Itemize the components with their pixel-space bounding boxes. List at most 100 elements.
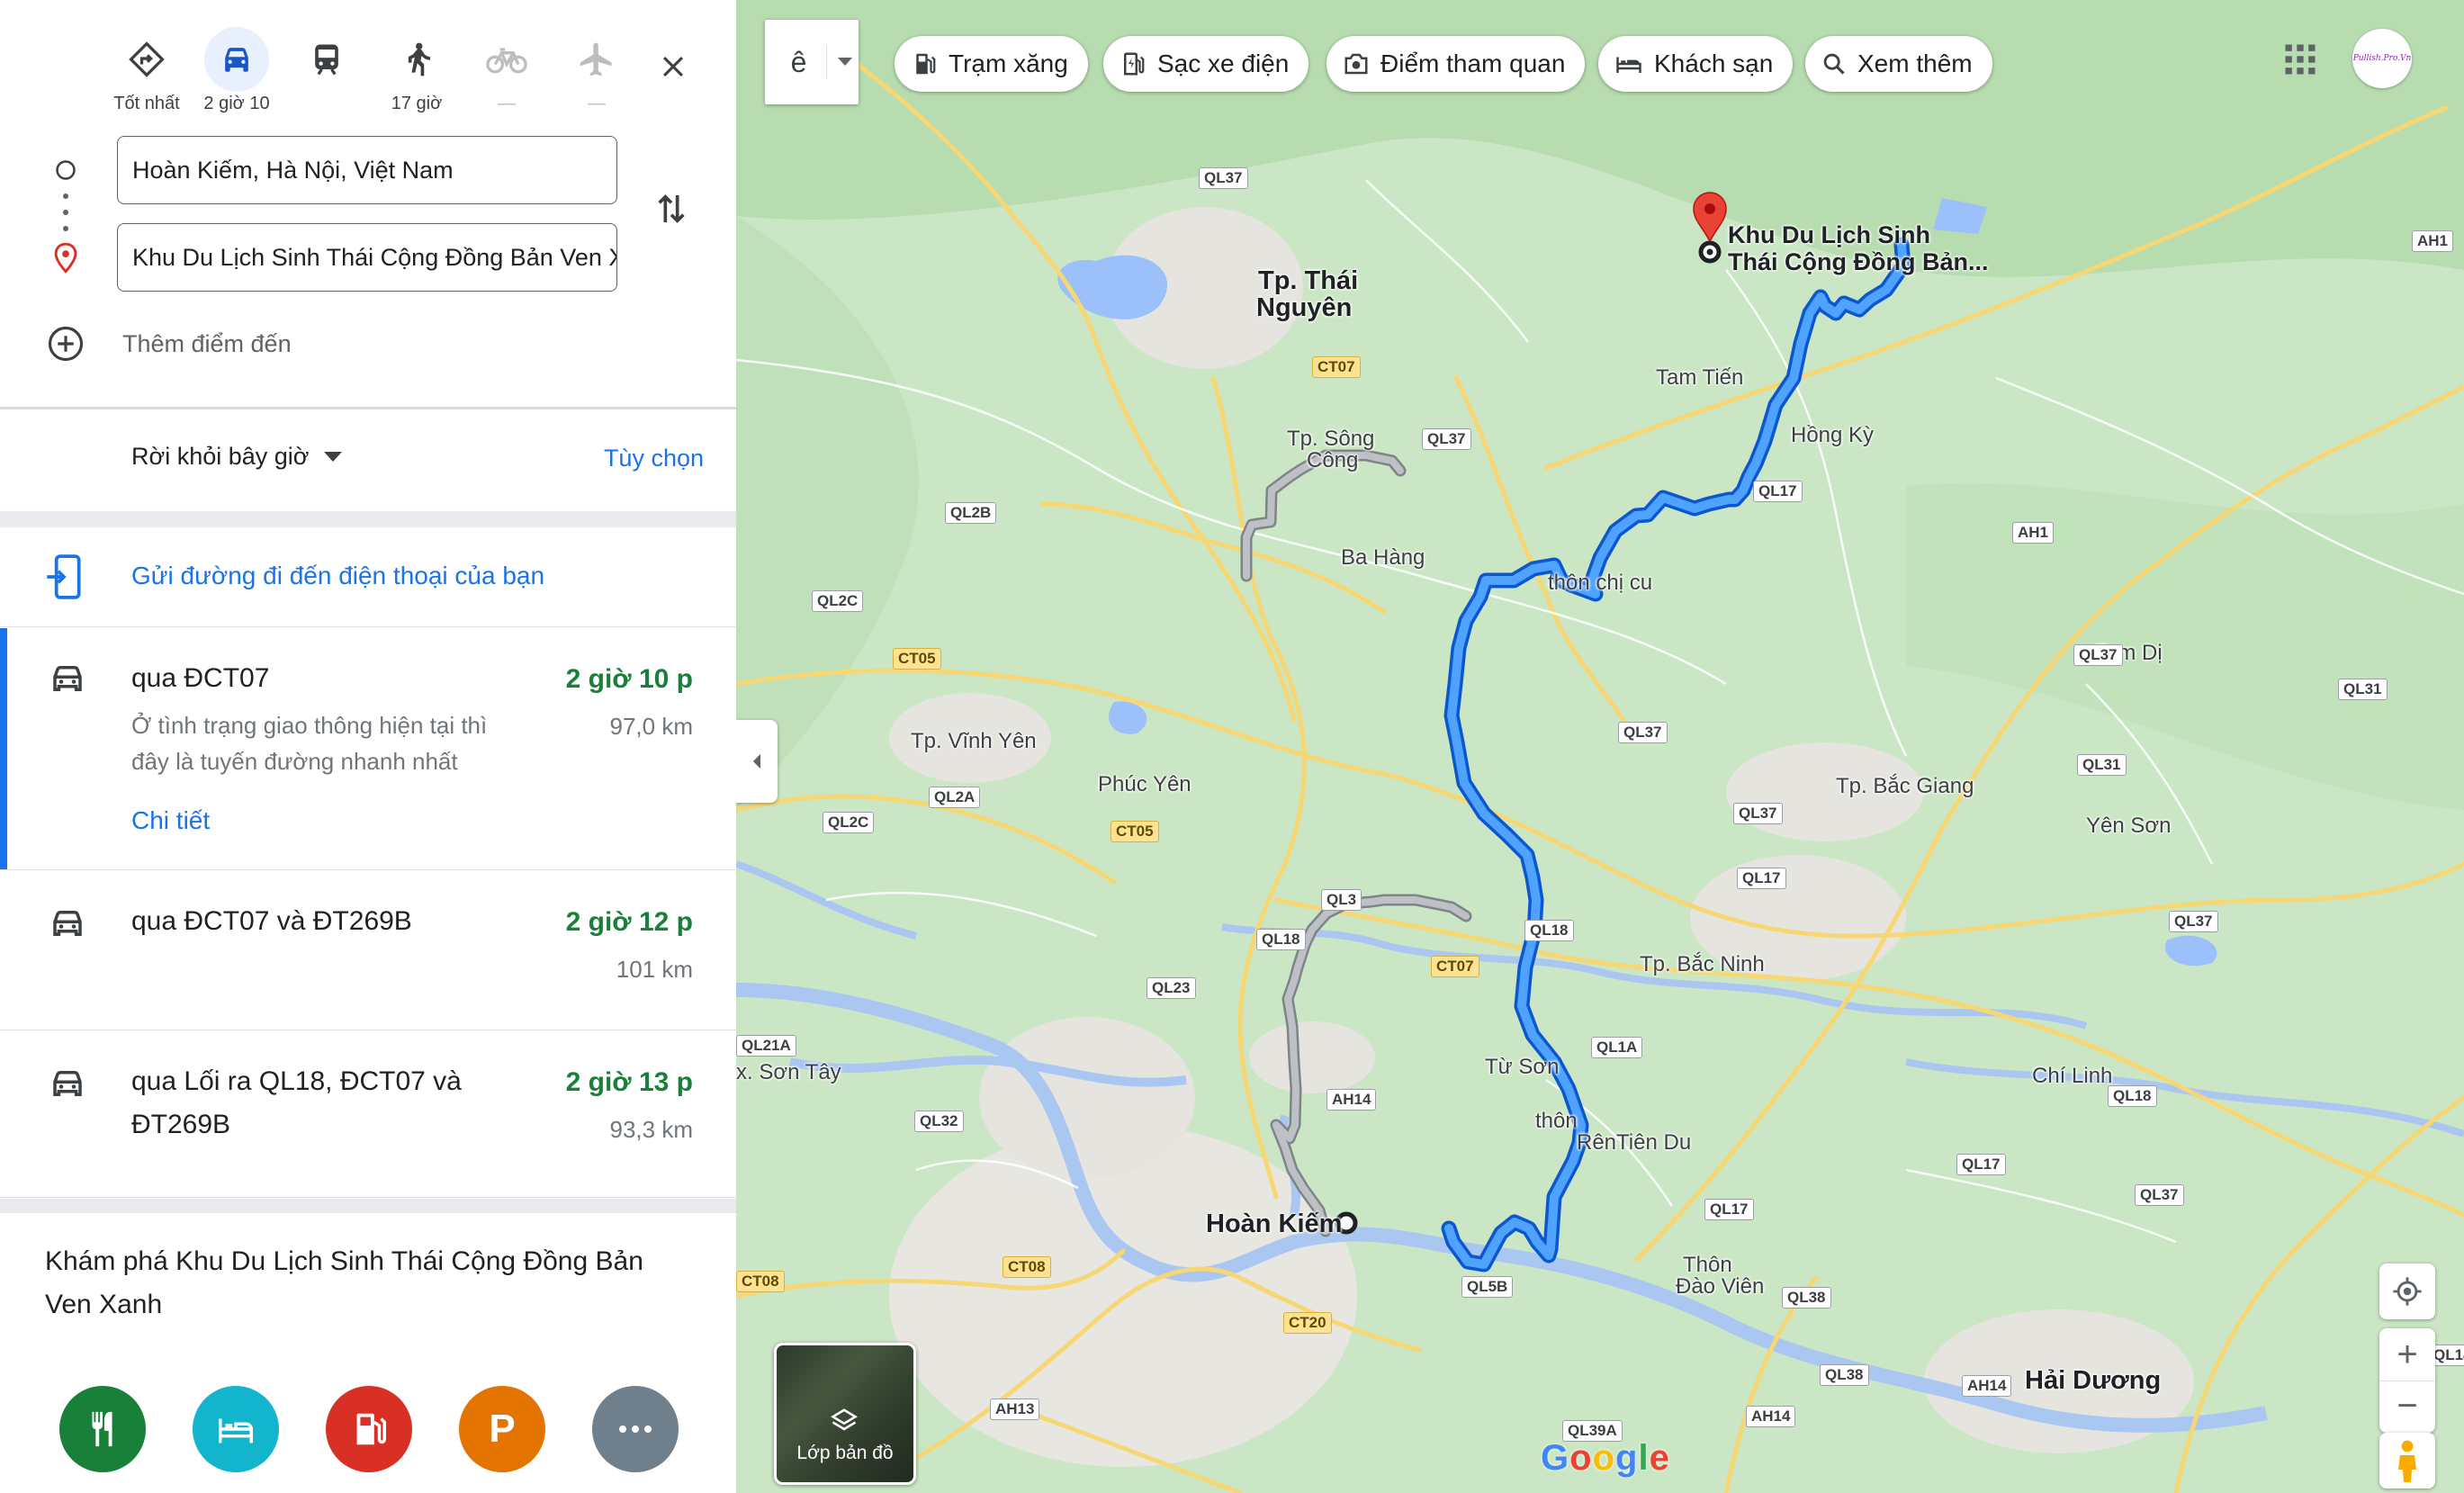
mode-flight-label: — (588, 94, 606, 113)
collapse-panel-button[interactable] (736, 720, 778, 803)
road-shield: QL18 (1256, 929, 1306, 950)
pegman-icon (2398, 1440, 2416, 1482)
divider (0, 407, 736, 409)
gas-stations-button[interactable] (326, 1386, 412, 1472)
apps-button[interactable] (2280, 40, 2320, 79)
destination-map-label-line2: Thái Cộng Đồng Bản... (1728, 248, 1989, 275)
account-avatar[interactable]: Pullish.Pro.Vn (2352, 29, 2412, 88)
send-to-phone-icon (47, 554, 81, 599)
my-location-button[interactable] (2379, 1264, 2435, 1319)
layers-icon (831, 1408, 858, 1431)
mode-walk[interactable]: 17 giờ (367, 27, 466, 114)
transit-icon (294, 27, 359, 92)
chip-ev-charging[interactable]: Sạc xe điện (1103, 36, 1309, 92)
road-shield: QL1A (1591, 1037, 1643, 1058)
avatar-text: Pullish.Pro.Vn (2352, 54, 2412, 63)
place-label: Tp. Bắc Giang (1836, 774, 1974, 798)
road-shield: QL38 (1820, 1364, 1869, 1386)
zoom-in-button[interactable]: + (2379, 1330, 2435, 1381)
place-label: Hải Dương (2025, 1366, 2162, 1395)
road-shield: AH13 (990, 1399, 1040, 1420)
zoom-controls: + − (2379, 1328, 2435, 1433)
caret-down-icon (323, 451, 342, 462)
explore-title-line1: Khám phá Khu Du Lịch Sinh Thái Cộng Đồng… (45, 1246, 643, 1276)
route-details-link[interactable]: Chi tiết (131, 806, 210, 835)
hotel-icon (1616, 57, 1641, 73)
road-shield: CT07 (1312, 356, 1361, 378)
divider (0, 511, 736, 527)
options-link[interactable]: Tùy chọn (604, 445, 704, 472)
road-shield: CT08 (1003, 1256, 1051, 1278)
chip-hotels[interactable]: Khách sạn (1598, 36, 1794, 92)
road-shield: QL37 (1199, 167, 1248, 189)
route-via-line1: qua Lối ra QL18, ĐCT07 và (131, 1066, 462, 1096)
destination-pin-icon (54, 243, 77, 274)
road-shield: CT05 (893, 648, 941, 670)
place-label: Chí Linh (2032, 1064, 2113, 1088)
mode-flight[interactable]: — (547, 27, 646, 114)
destination-map-label-line1: Khu Du Lịch Sinh (1728, 221, 1930, 248)
place-label: x. Sơn Tây (736, 1060, 841, 1084)
explore-title: Khám phá Khu Du Lịch Sinh Thái Cộng Đồng… (45, 1240, 643, 1327)
ev-charging-icon (1124, 52, 1145, 76)
mode-bike[interactable]: — (457, 27, 556, 114)
depart-time-dropdown[interactable]: Rời khỏi bây giờ (131, 443, 342, 471)
chip-label: Trạm xăng (949, 49, 1068, 77)
route-option-1[interactable]: qua ĐCT07 2 giờ 10 p 97,0 km Ở tình trạn… (0, 628, 736, 870)
add-destination-button[interactable]: Thêm điểm đến (47, 322, 292, 365)
map-layers-button[interactable]: Lớp bản đồ (774, 1343, 916, 1485)
restaurants-button[interactable] (59, 1386, 146, 1472)
road-shield: QL2A (929, 787, 981, 808)
chip-gas-stations[interactable]: Trạm xăng (895, 36, 1088, 92)
road-shield: AH14 (1326, 1089, 1377, 1111)
close-button[interactable] (648, 41, 698, 92)
selected-route-indicator (0, 628, 7, 869)
send-to-phone-button[interactable]: Gửi đường đi đến điện thoại của bạn (0, 527, 736, 627)
road-shield: CT07 (1431, 956, 1479, 977)
input-tools-button[interactable]: ê (765, 20, 859, 104)
origin-input[interactable]: Hoàn Kiếm, Hà Nội, Việt Nam (117, 136, 617, 204)
route-option-3[interactable]: qua Lối ra QL18, ĐCT07 và ĐT269B 2 giờ 1… (0, 1031, 736, 1198)
road-shield: CT20 (1283, 1312, 1332, 1334)
road-shield: AH1 (2412, 230, 2454, 252)
place-label: Tam Tiến (1656, 365, 1744, 390)
mode-car[interactable]: 2 giờ 10 (187, 27, 286, 114)
road-shield: QL38 (1782, 1287, 1831, 1309)
road-shield: QL31 (2077, 754, 2127, 776)
swap-button[interactable] (646, 184, 697, 234)
destination-input[interactable]: Khu Du Lịch Sinh Thái Cộng Đồng Bản Ven … (117, 223, 617, 292)
map-canvas[interactable]: Tp. Thái Nguyên Tam Tiến Hồng Kỳ Tp. Sôn… (736, 0, 2464, 1493)
language-glyph: ê (772, 45, 827, 79)
street-view-pegman[interactable] (2379, 1433, 2435, 1489)
origin-circle-icon (56, 160, 76, 180)
car-icon (204, 27, 269, 92)
zoom-out-button[interactable]: − (2379, 1381, 2435, 1432)
chip-label: Khách sạn (1654, 49, 1774, 77)
more-dots-icon (619, 1426, 652, 1433)
hotels-button[interactable] (193, 1386, 279, 1472)
road-shield: AH14 (1746, 1406, 1796, 1427)
route-via: qua ĐCT07 (131, 663, 270, 693)
parking-button[interactable]: P (459, 1386, 545, 1472)
route-option-2[interactable]: qua ĐCT07 và ĐT269B 2 giờ 12 p 101 km (0, 871, 736, 1030)
road-shield: QL17 (1753, 481, 1803, 502)
place-label: Hồng Kỳ (1791, 423, 1875, 447)
place-label: RênTiên Du (1577, 1130, 1692, 1155)
road-shield: QL37 (1422, 428, 1471, 450)
road-shield: AH14 (1962, 1375, 2012, 1397)
layers-label: Lớp bản đồ (796, 1443, 894, 1463)
chip-more[interactable]: Xem thêm (1805, 36, 1992, 92)
bike-icon (474, 27, 539, 92)
route-distance: 97,0 km (609, 713, 694, 740)
road-shield: CT08 (736, 1271, 785, 1292)
mode-best-label: Tốt nhất (113, 94, 180, 113)
route-dots-icon (63, 193, 68, 231)
road-shield: QL37 (1733, 803, 1783, 824)
mode-transit[interactable] (277, 27, 376, 94)
place-label: Từ Sơn (1485, 1055, 1560, 1079)
place-label: thôn chị cu (1548, 571, 1653, 595)
hotel-icon (219, 1418, 253, 1444)
more-categories-button[interactable] (592, 1386, 679, 1472)
chip-attractions[interactable]: Điểm tham quan (1326, 36, 1586, 92)
mode-best[interactable]: Tốt nhất (97, 27, 196, 114)
